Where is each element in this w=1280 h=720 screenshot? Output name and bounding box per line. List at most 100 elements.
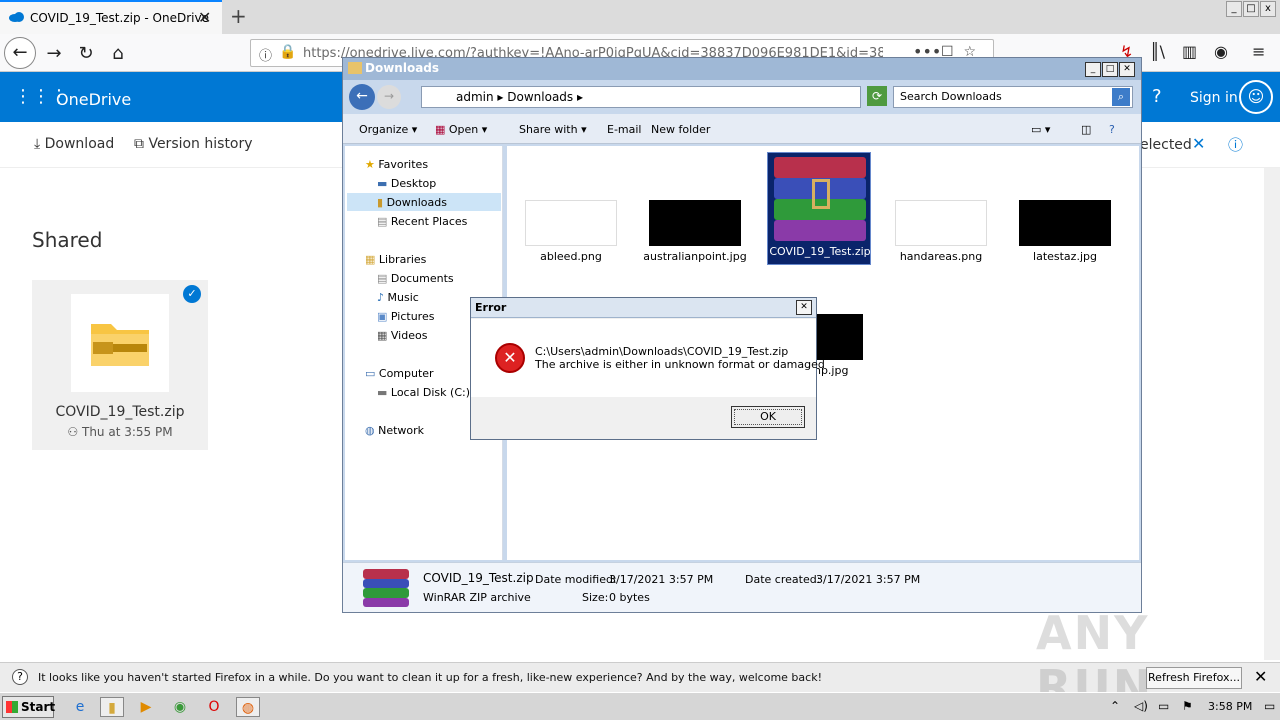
file-tile[interactable]: ✓ COVID_19_Test.zip ⚇ Thu at 3:55 PM	[32, 280, 208, 450]
share-with-button[interactable]: Share with ▾	[519, 123, 587, 136]
info-icon[interactable]: ⓘ	[259, 45, 272, 64]
explorer-titlebar[interactable]: Downloads _ □ ✕	[343, 58, 1141, 80]
explorer-forward-icon[interactable]: →	[377, 85, 401, 109]
error-close-button[interactable]: ✕	[796, 300, 812, 315]
explorer-maximize-button[interactable]: □	[1102, 62, 1118, 77]
nav-network-label: Network	[378, 424, 425, 437]
firefox-taskbar-icon[interactable]: ◍	[236, 697, 260, 717]
nav-music[interactable]: ♪ Music	[377, 291, 419, 304]
close-window-button[interactable]: x	[1260, 1, 1276, 17]
tab-bar: COVID_19_Test.zip - OneDrive ✕ + _ □ x	[0, 0, 1280, 34]
network-icon: ◍	[365, 424, 379, 437]
home-icon[interactable]: ⌂	[104, 40, 132, 68]
file-name-handareas[interactable]: handareas.png	[881, 250, 1001, 263]
nav-recent-label: Recent Places	[390, 215, 468, 228]
explorer-minimize-button[interactable]: _	[1085, 62, 1101, 77]
search-icon[interactable]: ⌕	[1112, 88, 1130, 106]
clear-selection-icon[interactable]: ✕	[1192, 134, 1205, 153]
checkmark-icon[interactable]: ✓	[183, 285, 201, 303]
explorer-taskbar-icon[interactable]: ▮	[100, 697, 124, 717]
ie-taskbar-icon[interactable]: e	[68, 697, 92, 717]
help-icon[interactable]: ?	[1109, 123, 1115, 136]
network-tray-icon[interactable]: ▭	[1158, 699, 1169, 713]
media-player-taskbar-icon[interactable]: ▶	[134, 697, 158, 717]
avatar-icon[interactable]: ☺	[1239, 80, 1273, 114]
nav-network[interactable]: ◍ Network	[365, 424, 424, 437]
disk-icon: ▬	[377, 386, 391, 399]
nav-downloads[interactable]: ▮ Downloads	[347, 193, 501, 211]
opera-taskbar-icon[interactable]: O	[202, 697, 226, 717]
downloads-folder-icon: ▮	[377, 196, 387, 209]
explorer-back-icon[interactable]: ←	[349, 84, 375, 110]
nav-local-disk[interactable]: ▬ Local Disk (C:)	[377, 386, 470, 399]
maximize-button[interactable]: □	[1243, 1, 1259, 17]
selected-file-COVID-zip[interactable]: COVID_19_Test.zip	[767, 152, 871, 265]
page-scrollbar[interactable]	[1264, 168, 1280, 660]
version-history-button[interactable]: ⧉ Version history	[134, 136, 253, 152]
sign-in-link[interactable]: Sign in	[1190, 90, 1238, 106]
flag-tray-icon[interactable]: ⚑	[1182, 699, 1193, 713]
forward-arrow-icon[interactable]: →	[40, 40, 68, 68]
nav-favorites[interactable]: ★ Favorites	[365, 158, 428, 171]
library-icon[interactable]: ║\	[1150, 42, 1165, 61]
open-button[interactable]: ▦ Open ▾	[435, 123, 487, 136]
new-tab-icon[interactable]: +	[230, 4, 247, 28]
section-title: Shared	[32, 228, 103, 252]
error-titlebar[interactable]: Error ✕	[471, 298, 816, 318]
winrar-archive-icon	[774, 157, 866, 241]
file-thumb-latestaz[interactable]	[1019, 200, 1111, 246]
download-button[interactable]: ⤓ Download	[34, 136, 114, 152]
nav-libraries[interactable]: ▦ Libraries	[365, 253, 426, 266]
clock[interactable]: 3:58 PM	[1208, 700, 1252, 713]
brand-title[interactable]: OneDrive	[56, 90, 131, 109]
sidebar-icon[interactable]: ▥	[1182, 42, 1197, 61]
ok-button[interactable]: OK	[731, 406, 805, 428]
search-input[interactable]: Search Downloads ⌕	[893, 86, 1133, 108]
file-name-latestaz[interactable]: latestaz.jpg	[1005, 250, 1125, 263]
view-options-icon[interactable]: ▭ ▾	[1031, 123, 1050, 136]
winrar-small-icon: ▦	[435, 123, 449, 136]
minimize-button[interactable]: _	[1226, 1, 1242, 17]
start-button[interactable]: Start	[2, 696, 55, 718]
tab-close-icon[interactable]: ✕	[198, 8, 211, 27]
reload-icon[interactable]: ↻	[72, 40, 100, 68]
breadcrumb[interactable]: admin ▸ Downloads ▸	[421, 86, 861, 108]
file-thumb-ableed[interactable]	[525, 200, 617, 246]
file-name: COVID_19_Test.zip	[55, 404, 185, 420]
organize-button[interactable]: Organize ▾	[359, 123, 417, 136]
account-icon[interactable]: ◉	[1214, 42, 1228, 61]
back-arrow-icon[interactable]: ←	[4, 37, 36, 69]
nav-videos[interactable]: ▦ Videos	[377, 329, 427, 342]
speaker-icon[interactable]: ◁)	[1134, 699, 1148, 713]
nav-recent[interactable]: ▤ Recent Places	[377, 215, 467, 228]
breadcrumb-admin[interactable]: admin	[456, 90, 494, 104]
email-button[interactable]: E-mail	[607, 123, 642, 136]
help-icon[interactable]: ?	[1152, 86, 1162, 107]
preview-pane-icon[interactable]: ◫	[1081, 123, 1091, 136]
breadcrumb-downloads[interactable]: Downloads	[507, 90, 573, 104]
chrome-taskbar-icon[interactable]: ◉	[168, 697, 192, 717]
show-desktop-icon[interactable]: ▭	[1264, 699, 1275, 713]
file-name-ableed[interactable]: ableed.png	[511, 250, 631, 263]
explorer-close-button[interactable]: ✕	[1119, 62, 1135, 77]
browser-tab[interactable]: COVID_19_Test.zip - OneDrive ✕	[0, 0, 222, 34]
file-name-australianpoint[interactable]: australianpoint.jpg	[635, 250, 755, 263]
tray-expand-icon[interactable]: ⌃	[1110, 699, 1120, 713]
notification-info-icon: ?	[12, 669, 28, 685]
nav-pictures[interactable]: ▣ Pictures	[377, 310, 434, 323]
music-icon: ♪	[377, 291, 388, 304]
nav-computer-label: Computer	[378, 367, 434, 380]
tab-title: COVID_19_Test.zip - OneDrive	[30, 11, 209, 25]
new-folder-button[interactable]: New folder	[651, 123, 710, 136]
refresh-icon[interactable]: ⟳	[867, 86, 887, 106]
details-info-icon[interactable]: ⓘ	[1228, 134, 1243, 155]
file-thumb-australianpoint[interactable]	[649, 200, 741, 246]
nav-documents[interactable]: ▤ Documents	[377, 272, 454, 285]
documents-icon: ▤	[377, 272, 391, 285]
nav-computer[interactable]: ▭ Computer	[365, 367, 434, 380]
file-thumb-handareas[interactable]	[895, 200, 987, 246]
open-label: Open	[448, 123, 479, 136]
details-pane: COVID_19_Test.zip WinRAR ZIP archive Dat…	[343, 562, 1141, 612]
menu-icon[interactable]: ≡	[1252, 42, 1265, 61]
nav-desktop[interactable]: ▬ Desktop	[377, 177, 436, 190]
